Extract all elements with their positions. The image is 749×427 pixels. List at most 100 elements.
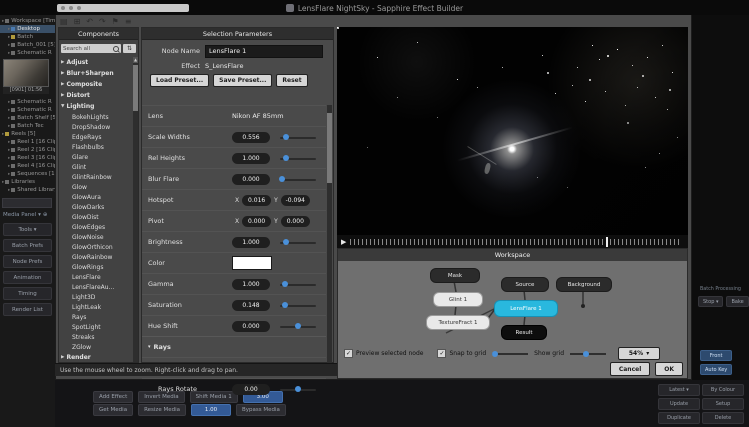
- flame-pair-button[interactable]: Setup: [702, 398, 744, 410]
- slider-thumb[interactable]: [283, 239, 289, 245]
- flame-side-button[interactable]: Node Prefs: [3, 255, 52, 268]
- tree-item[interactable]: ▸ Reels [5]: [0, 130, 55, 138]
- parameter-y-field[interactable]: -0.094: [281, 195, 310, 206]
- timeline-ruler[interactable]: [350, 239, 682, 245]
- color-swatch[interactable]: [232, 256, 272, 270]
- section-arrow-icon[interactable]: ▾: [148, 344, 151, 350]
- snap-to-grid-checkbox[interactable]: ✓: [437, 349, 446, 358]
- tree-item[interactable]: ▸ Workspace [TimD]: [0, 17, 55, 25]
- parameter-slider[interactable]: [280, 174, 316, 185]
- node-result[interactable]: Result: [501, 325, 547, 340]
- flame-bottom-button[interactable]: Bypass Media: [236, 404, 286, 416]
- redo-icon[interactable]: ↷: [99, 17, 106, 27]
- cancel-button[interactable]: Cancel: [610, 362, 650, 376]
- tree-item[interactable]: ▸ Schematic R: [0, 98, 55, 106]
- minimize-window-button[interactable]: [69, 6, 73, 10]
- component-item[interactable]: GlowNoise: [59, 232, 132, 242]
- scrollbar-thumb[interactable]: [133, 65, 138, 111]
- slider-thumb[interactable]: [283, 155, 289, 161]
- workspace-zoom-slider[interactable]: [570, 349, 606, 358]
- parameter-slider[interactable]: [280, 132, 316, 143]
- node-mask[interactable]: Mask: [430, 268, 480, 283]
- scroll-up-icon[interactable]: ▲: [133, 57, 138, 63]
- parameter-x-field[interactable]: 0.016: [242, 195, 271, 206]
- parameter-slider[interactable]: [280, 300, 316, 311]
- play-button[interactable]: ▶: [337, 238, 350, 246]
- media-panel-label[interactable]: Media Panel ▾ ⊕: [0, 210, 55, 219]
- parameter-value-field[interactable]: 0.556: [232, 132, 270, 143]
- component-item[interactable]: Streaks: [59, 332, 132, 342]
- component-item[interactable]: LensFlareAu...: [59, 282, 132, 292]
- parameter-y-field[interactable]: 0.000: [281, 216, 310, 227]
- component-group-lighting[interactable]: ▼ Lighting: [59, 101, 132, 112]
- zoom-level-dropdown[interactable]: 54% ▾: [618, 347, 660, 360]
- sort-button[interactable]: ⇅: [123, 44, 136, 53]
- menu-icon[interactable]: ≡: [125, 17, 132, 27]
- flag-icon[interactable]: ⚑: [112, 17, 119, 27]
- component-group[interactable]: ▶ Composite: [59, 79, 132, 90]
- component-item[interactable]: GlowDarks: [59, 202, 132, 212]
- component-item[interactable]: Light3D: [59, 292, 132, 302]
- component-group[interactable]: ▶ Render: [59, 352, 132, 362]
- component-group[interactable]: ▶ Adjust: [59, 57, 132, 68]
- parameter-x-field[interactable]: 0.000: [242, 216, 271, 227]
- flame-side-button[interactable]: Timing: [3, 287, 52, 300]
- slider-thumb[interactable]: [295, 386, 301, 392]
- load-preset-button[interactable]: Load Preset...: [150, 74, 209, 87]
- tree-item[interactable]: ▸ Batch_001 [5]: [0, 41, 55, 49]
- component-item[interactable]: GlintRainbow: [59, 172, 132, 182]
- parameters-scrollbar[interactable]: ▼: [327, 105, 332, 375]
- flame-pair-button[interactable]: Duplicate: [658, 412, 700, 424]
- flame-pair-button[interactable]: Update: [658, 398, 700, 410]
- flame-pair-button[interactable]: Latest ▾: [658, 384, 700, 396]
- node-lensflare[interactable]: LensFlare 1: [494, 300, 558, 317]
- tree-item[interactable]: ▸ Desktop: [0, 25, 55, 33]
- tree-item[interactable]: ▸ Reel 1 [16 Clip]: [0, 138, 55, 146]
- slider-thumb[interactable]: [295, 323, 301, 329]
- slider-thumb[interactable]: [279, 176, 285, 182]
- save-preset-button[interactable]: Save Preset...: [213, 74, 272, 87]
- component-item[interactable]: GlowRainbow: [59, 252, 132, 262]
- component-item[interactable]: ZGlow: [59, 342, 132, 352]
- component-item[interactable]: DropShadow: [59, 122, 132, 132]
- slider-thumb[interactable]: [283, 134, 289, 140]
- flame-pair-button[interactable]: Delete: [702, 412, 744, 424]
- component-item[interactable]: GlowOrthicon: [59, 242, 132, 252]
- parameter-value-field[interactable]: 1.000: [232, 153, 270, 164]
- flame-bottom-button[interactable]: Resize Media: [138, 404, 186, 416]
- tree-item[interactable]: ▸ Schematic R: [0, 49, 55, 57]
- slider-thumb[interactable]: [583, 351, 589, 357]
- component-item[interactable]: Glare: [59, 152, 132, 162]
- resize-media-value[interactable]: 1.00: [191, 404, 231, 416]
- node-source[interactable]: Source: [501, 277, 549, 292]
- slider-thumb[interactable]: [282, 281, 288, 287]
- flame-right-button[interactable]: Front: [700, 350, 732, 361]
- components-scrollbar[interactable]: ▲: [133, 57, 138, 362]
- playhead[interactable]: [606, 237, 608, 247]
- component-item[interactable]: EdgeRays: [59, 132, 132, 142]
- component-item[interactable]: Glint: [59, 162, 132, 172]
- flame-right-button[interactable]: Auto Key: [700, 364, 732, 375]
- tree-item[interactable]: ▸ Batch Tec: [0, 122, 55, 130]
- flame-side-button[interactable]: Animation: [3, 271, 52, 284]
- component-group[interactable]: ▶ Distort: [59, 90, 132, 101]
- preview-selected-checkbox[interactable]: ✓: [344, 349, 353, 358]
- tree-item[interactable]: ▸ Shared Library: [0, 186, 55, 194]
- tree-item[interactable]: ▸ Batch Shelf [5]: [0, 114, 55, 122]
- flame-pair-button[interactable]: By Colour: [702, 384, 744, 396]
- undo-icon[interactable]: ↶: [86, 17, 93, 27]
- component-item[interactable]: Rays: [59, 312, 132, 322]
- flame-side-button[interactable]: Tools ▾: [3, 223, 52, 236]
- component-item[interactable]: GlowEdges: [59, 222, 132, 232]
- parameter-value-field[interactable]: 1.000: [232, 237, 270, 248]
- component-group[interactable]: ▶ Blur+Sharpen: [59, 68, 132, 79]
- close-window-button[interactable]: [61, 6, 65, 10]
- grid-size-slider[interactable]: [492, 349, 528, 358]
- flame-right-button[interactable]: Bake: [726, 296, 748, 307]
- tree-item[interactable]: ▸ Reel 2 [16 Clip]: [0, 146, 55, 154]
- parameter-text-value[interactable]: Nikon AF 85mm: [232, 112, 284, 120]
- tree-item[interactable]: ▸ Sequences [1]: [0, 170, 55, 178]
- parameter-value-field[interactable]: 0.000: [232, 174, 270, 185]
- zoom-window-button[interactable]: [77, 6, 81, 10]
- component-item[interactable]: LensFlare: [59, 272, 132, 282]
